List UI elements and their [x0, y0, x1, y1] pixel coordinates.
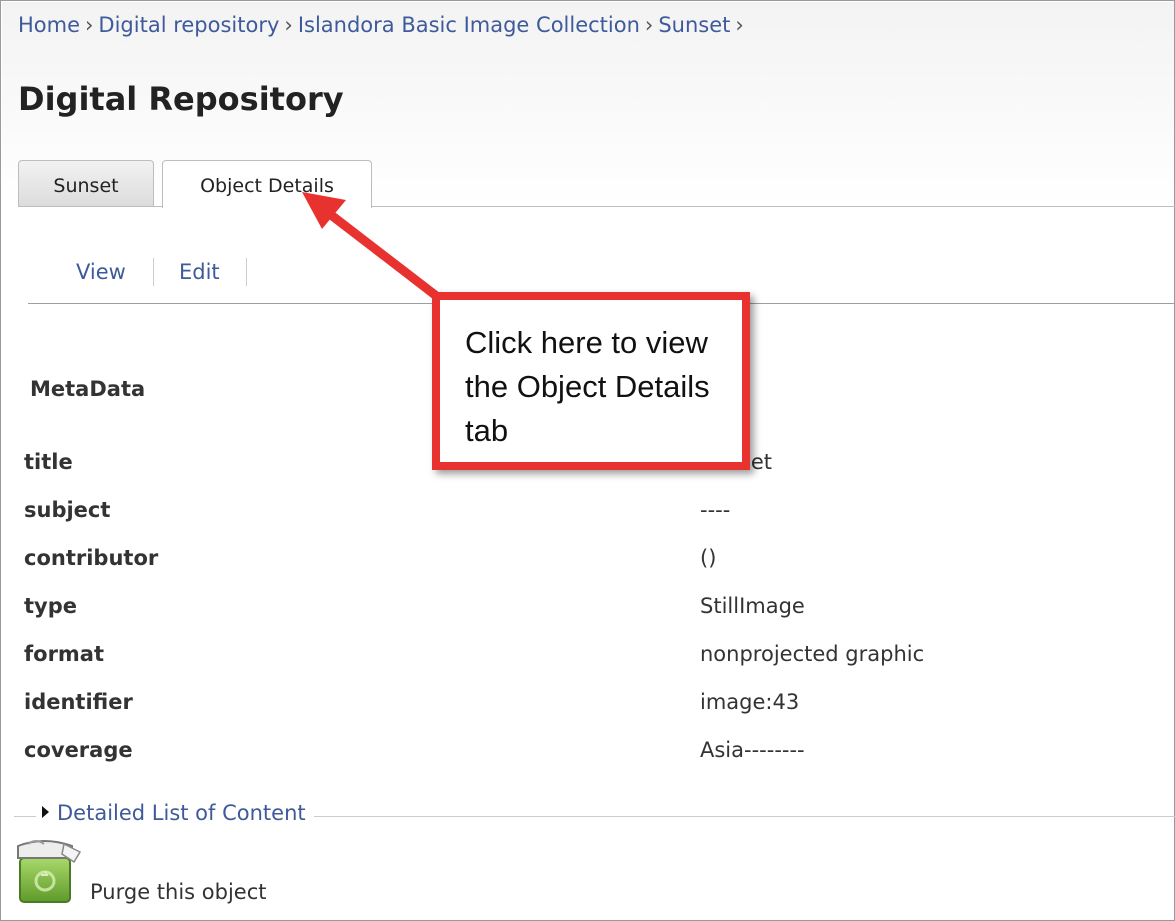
metadata-key: coverage [24, 738, 133, 762]
metadata-heading: MetaData [30, 377, 146, 401]
breadcrumb: Home › Digital repository › Islandora Basic … [18, 13, 749, 37]
subtab-edit[interactable]: Edit [179, 260, 220, 284]
metadata-row-identifier: identifier image:43 [24, 680, 1164, 728]
metadata-value: () [700, 546, 717, 570]
callout-text: Click here to view the Object Details ta… [465, 325, 710, 448]
callout-box: Click here to view the Object Details ta… [432, 292, 750, 470]
page-title: Digital Repository [18, 80, 344, 118]
breadcrumb-separator: › [85, 13, 94, 37]
subtab-divider [153, 258, 154, 286]
metadata-value: StillImage [700, 594, 805, 618]
metadata-table: title Sunset subject ---- contributor ()… [24, 440, 1164, 776]
metadata-row-contributor: contributor () [24, 536, 1164, 584]
tab-object-details[interactable]: Object Details [162, 160, 372, 208]
metadata-key: subject [24, 498, 111, 522]
metadata-key: contributor [24, 546, 159, 570]
metadata-row-format: format nonprojected graphic [24, 632, 1164, 680]
metadata-value: ---- [700, 498, 731, 522]
metadata-value: nonprojected graphic [700, 642, 925, 666]
breadcrumb-collection-link[interactable]: Islandora Basic Image Collection [298, 13, 640, 37]
metadata-value: image:43 [700, 690, 800, 714]
metadata-key: title [24, 450, 73, 474]
breadcrumb-separator: › [644, 13, 654, 37]
metadata-key: format [24, 642, 105, 666]
breadcrumb-sunset-link[interactable]: Sunset [658, 13, 730, 37]
breadcrumb-home-link[interactable]: Home [18, 13, 80, 37]
breadcrumb-digital-repository-link[interactable]: Digital repository [98, 13, 279, 37]
metadata-row-type: type StillImage [24, 584, 1164, 632]
metadata-row-coverage: coverage Asia-------- [24, 728, 1164, 776]
expand-triangle-icon [42, 806, 49, 818]
purge-object-link[interactable]: Purge this object [90, 880, 267, 904]
trash-bin-icon[interactable] [14, 838, 84, 904]
tab-sunset[interactable]: Sunset [18, 160, 154, 206]
content-list-label: Detailed List of Content [57, 801, 306, 825]
metadata-value: Asia-------- [700, 738, 805, 762]
breadcrumb-separator: › [284, 13, 293, 37]
subtab-divider [246, 258, 247, 286]
content-list-toggle[interactable]: Detailed List of Content [36, 801, 314, 825]
subtab-view[interactable]: View [76, 260, 126, 284]
breadcrumb-separator: › [735, 13, 744, 37]
metadata-row-subject: subject ---- [24, 488, 1164, 536]
metadata-key: type [24, 594, 78, 618]
metadata-key: identifier [24, 690, 133, 714]
